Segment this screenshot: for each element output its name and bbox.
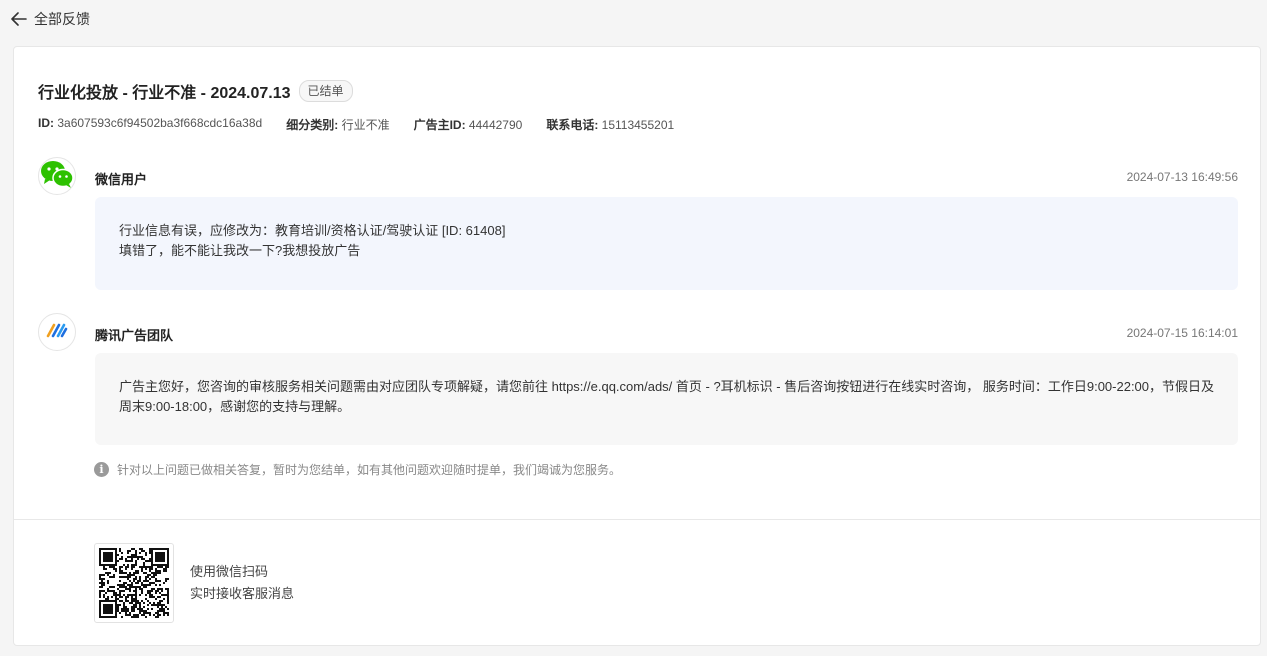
qr-caption-line2: 实时接收客服消息 <box>190 586 295 601</box>
sender-name: 腾讯广告团队 <box>95 328 174 343</box>
meta-advertiser-id: 广告主ID: 44442790 <box>414 116 523 133</box>
meta-phone: 联系电话: 15113455201 <box>546 116 674 133</box>
avatar <box>38 157 76 195</box>
meta-phone-key: 联系电话: <box>546 118 599 132</box>
meta-id-key: ID: <box>38 116 54 130</box>
back-label: 全部反馈 <box>34 11 90 27</box>
meta-category: 细分类别: 行业不准 <box>286 116 389 133</box>
top-nav-bar: 全部反馈 <box>0 0 1267 38</box>
arrow-left-icon <box>11 12 27 26</box>
qr-code-icon <box>99 548 169 618</box>
notice-text: 针对以上问题已做相关答复，暂时为您结单，如有其他问题欢迎随时提单，我们竭诚为您服… <box>117 463 622 477</box>
meta-id: ID: 3a607593c6f94502ba3f668cdc16a38d <box>38 116 262 133</box>
message-time: 2024-07-13 16:49:56 <box>1126 170 1238 184</box>
back-button[interactable]: 全部反馈 <box>11 9 90 29</box>
meta-category-key: 细分类别: <box>286 118 339 132</box>
qr-caption: 使用微信扫码 实时接收客服消息 <box>190 561 294 605</box>
message-header: 腾讯广告团队 2024-07-15 16:14:01 <box>38 313 1238 353</box>
avatar <box>38 313 76 351</box>
sender-name: 微信用户 <box>95 172 148 187</box>
message-line: 填错了，能不能让我改一下?我想投放广告 <box>119 243 361 258</box>
ticket-detail-card: 行业化投放 - 行业不准 - 2024.07.13 已结单 ID: 3a6075… <box>13 46 1261 646</box>
divider <box>14 519 1260 520</box>
tencent-ads-logo-icon <box>46 322 68 343</box>
message-line: 行业信息有误，应修改为：教育培训/资格认证/驾驶认证 [ID: 61408] <box>119 223 506 238</box>
meta-category-value: 行业不准 <box>341 118 390 132</box>
ticket-title: 行业化投放 - 行业不准 - 2024.07.13 <box>38 85 291 102</box>
closure-notice: i 针对以上问题已做相关答复，暂时为您结单，如有其他问题欢迎随时提单，我们竭诚为… <box>94 461 621 478</box>
meta-advertiser-id-value: 44442790 <box>468 118 523 132</box>
wechat-icon <box>40 159 74 194</box>
message-bubble: 广告主您好，您咨询的审核服务相关问题需由对应团队专项解疑，请您前往 https:… <box>95 353 1238 445</box>
ticket-meta: ID: 3a607593c6f94502ba3f668cdc16a38d 细分类… <box>38 116 698 133</box>
message-user: 微信用户 2024-07-13 16:49:56 行业信息有误，应修改为：教育培… <box>38 157 1238 290</box>
qr-caption-line1: 使用微信扫码 <box>190 564 269 579</box>
ticket-header: 行业化投放 - 行业不准 - 2024.07.13 已结单 <box>38 79 353 103</box>
info-icon: i <box>94 462 109 477</box>
message-team: 腾讯广告团队 2024-07-15 16:14:01 广告主您好，您咨询的审核服… <box>38 313 1238 445</box>
message-bubble: 行业信息有误，应修改为：教育培训/资格认证/驾驶认证 [ID: 61408] 填… <box>95 197 1238 290</box>
message-line: 广告主您好，您咨询的审核服务相关问题需由对应团队专项解疑，请您前往 https:… <box>119 379 1215 414</box>
status-badge: 已结单 <box>298 80 353 102</box>
message-header: 微信用户 2024-07-13 16:49:56 <box>38 157 1238 197</box>
meta-id-value: 3a607593c6f94502ba3f668cdc16a38d <box>57 116 263 130</box>
meta-advertiser-id-key: 广告主ID: <box>413 118 466 132</box>
message-time: 2024-07-15 16:14:01 <box>1126 326 1238 340</box>
qr-code <box>94 543 174 623</box>
meta-phone-value: 15113455201 <box>601 118 675 132</box>
